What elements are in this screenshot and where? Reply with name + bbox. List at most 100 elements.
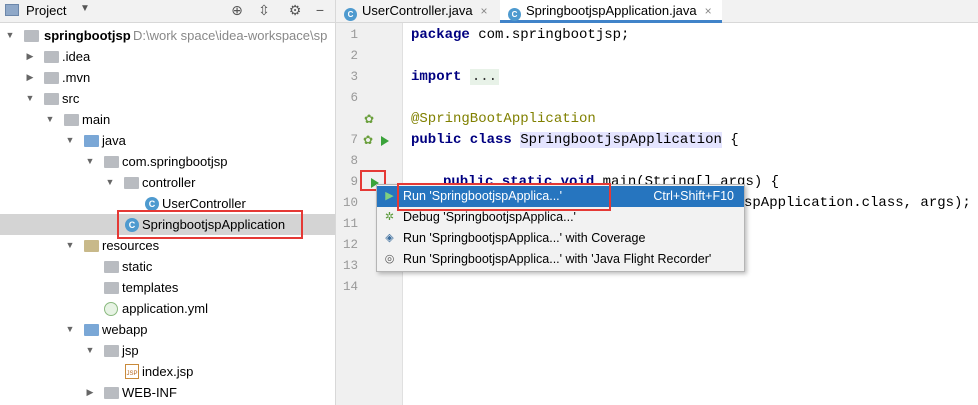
project-panel-header: Project ▼ ⊕ ⇳ ⚙ −	[0, 0, 335, 23]
tree-item-jsp[interactable]: ▼ jsp	[0, 340, 335, 361]
profiler-icon: ◎	[384, 253, 395, 265]
project-panel: Project ▼ ⊕ ⇳ ⚙ − ▼ springbootjsp D:\wor…	[0, 0, 336, 405]
crosshair-icon[interactable]: ⊕	[228, 2, 246, 19]
menu-item-run-with-jfr[interactable]: ◎ Run 'SpringbootjspApplica...' with 'Ja…	[377, 249, 744, 270]
tab-label: SpringbootjspApplication.java	[526, 3, 697, 18]
tab-usercontroller[interactable]: C UserController.java ×	[344, 0, 494, 22]
tab-springbootjspapplication[interactable]: C SpringbootjspApplication.java ×	[500, 0, 722, 23]
tree-item-label: static	[122, 259, 153, 274]
tree-item-java[interactable]: ▼ java	[0, 130, 335, 151]
tree-item-label: main	[82, 112, 111, 127]
code-line-1: package com.springbootjsp;	[411, 27, 630, 43]
project-panel-title[interactable]: Project	[26, 3, 66, 18]
line-number: 2	[350, 49, 358, 63]
spring-bean-icon[interactable]: ✿	[363, 130, 373, 151]
folder-icon	[64, 114, 79, 126]
web-folder-icon	[84, 324, 99, 336]
tree-item-label: controller	[142, 175, 196, 190]
run-icon: ▶	[385, 190, 394, 202]
line-number: 7	[350, 133, 358, 147]
spring-boot-class-icon: C	[508, 8, 521, 21]
editor-tabs: C UserController.java × C SpringbootjspAppl…	[336, 0, 978, 23]
chevron-down-icon[interactable]: ▼	[65, 130, 75, 151]
tree-item-label: com.springbootjsp	[122, 154, 228, 169]
menu-item-run-with-coverage[interactable]: ◈ Run 'SpringbootjspApplica...' with Cov…	[377, 228, 744, 249]
chevron-down-icon[interactable]: ▼	[85, 151, 95, 172]
chevron-down-icon[interactable]: ▼	[45, 109, 55, 130]
chevron-down-icon[interactable]: ▼	[65, 319, 75, 340]
package-icon	[124, 177, 139, 189]
debug-icon: ✲	[384, 211, 395, 223]
chevron-down-icon[interactable]: ▼	[5, 25, 15, 46]
line-number: 6	[350, 91, 358, 105]
tree-item-label: springbootjsp	[44, 28, 131, 43]
close-icon[interactable]: ×	[481, 4, 488, 18]
chevron-right-icon[interactable]: ▶	[85, 382, 95, 403]
tree-item-templates[interactable]: templates	[0, 277, 335, 298]
shortcut: Ctrl+Shift+F10	[653, 189, 734, 203]
line-number: 14	[342, 280, 358, 294]
minimize-icon[interactable]: −	[311, 2, 329, 18]
run-icon[interactable]	[381, 136, 389, 146]
tree-item-label: .mvn	[62, 70, 91, 85]
tree-item-index-jsp[interactable]: JSP index.jsp	[0, 361, 335, 382]
folder-icon	[104, 345, 119, 357]
project-icon	[5, 4, 19, 16]
tree-item-label: templates	[122, 280, 179, 295]
tree-item-label: webapp	[102, 322, 148, 337]
line-number: 9	[350, 175, 358, 189]
chevron-down-icon[interactable]: ▼	[65, 235, 75, 256]
tree-item-mvn[interactable]: ▶ .mvn	[0, 67, 335, 88]
tree-item-controller[interactable]: ▼ controller	[0, 172, 335, 193]
tree-item-resources[interactable]: ▼ resources	[0, 235, 335, 256]
chevron-down-icon[interactable]: ▼	[25, 88, 35, 109]
tree-item-label: src	[62, 91, 80, 106]
tree-item-label: application.yml	[122, 301, 208, 316]
tree-item-web-inf[interactable]: ▶ WEB-INF	[0, 382, 335, 403]
tree-item-idea[interactable]: ▶ .idea	[0, 46, 335, 67]
jsp-file-icon: JSP	[125, 364, 139, 379]
folder-icon	[44, 93, 59, 105]
gear-icon[interactable]: ⚙	[286, 2, 304, 19]
line-number: 8	[350, 154, 358, 168]
tree-item-static[interactable]: static	[0, 256, 335, 277]
code-line-7: public class SpringbootjspApplication {	[411, 132, 739, 148]
tree-item-label: WEB-INF	[122, 385, 177, 400]
folder-icon	[24, 30, 39, 42]
source-folder-icon	[84, 135, 99, 147]
tree-item-com-springbootjsp[interactable]: ▼ com.springbootjsp	[0, 151, 335, 172]
tree-item-springbootjsp[interactable]: ▼ springbootjsp D:\work space\idea-works…	[0, 25, 335, 46]
folder-icon	[104, 282, 119, 294]
tree-item-label: resources	[102, 238, 160, 253]
line-number: 12	[342, 238, 358, 252]
line-number: 3	[350, 70, 358, 84]
folder-icon	[104, 387, 119, 399]
tree-item-src[interactable]: ▼ src	[0, 88, 335, 109]
highlight-box	[397, 183, 611, 211]
java-class-icon: C	[145, 197, 159, 211]
folder-icon	[104, 261, 119, 273]
code-line-10: spApplication.class, args);	[744, 195, 971, 211]
tree-item-application-yml[interactable]: application.yml	[0, 298, 335, 319]
tree-item-label: java	[102, 133, 126, 148]
spring-bean-icon[interactable]: ✿	[364, 109, 374, 130]
collapse-icon[interactable]: ⇳	[255, 2, 273, 19]
chevron-right-icon[interactable]: ▶	[25, 67, 35, 88]
project-path: D:\work space\idea-workspace\sp	[133, 28, 328, 43]
chevron-down-icon[interactable]: ▼	[105, 172, 115, 193]
tree-item-main[interactable]: ▼ main	[0, 109, 335, 130]
chevron-down-icon[interactable]: ▼	[85, 340, 95, 361]
close-icon[interactable]: ×	[705, 4, 712, 18]
chevron-down-icon[interactable]: ▼	[80, 3, 90, 14]
folded-imports[interactable]: ...	[469, 69, 500, 85]
java-class-icon: C	[344, 8, 357, 21]
line-number: 13	[342, 259, 358, 273]
code-line-3: import ...	[411, 69, 500, 85]
tree-item-webapp[interactable]: ▼ webapp	[0, 319, 335, 340]
line-number: 11	[342, 217, 358, 231]
tree-item-label: index.jsp	[142, 364, 194, 379]
chevron-right-icon[interactable]: ▶	[25, 46, 35, 67]
line-number: 1	[350, 28, 358, 42]
coverage-icon: ◈	[385, 232, 394, 244]
tree-item-label: jsp	[122, 343, 139, 358]
